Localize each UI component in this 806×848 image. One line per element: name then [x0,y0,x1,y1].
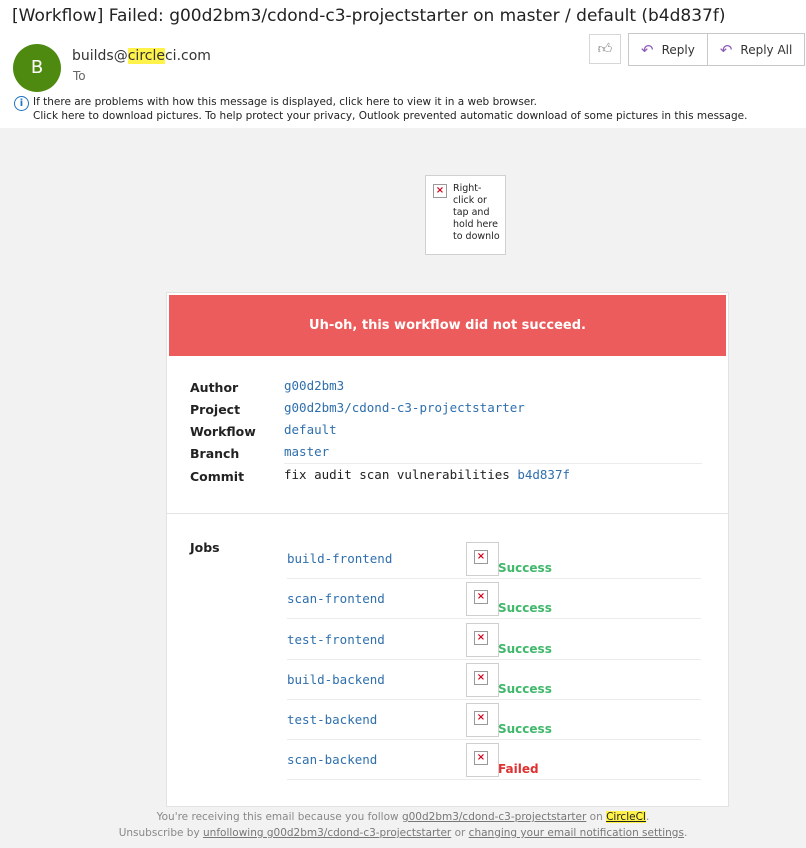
branch-link[interactable]: master [284,444,329,459]
job-name[interactable]: build-backend [287,672,385,687]
author-label: Author [190,380,239,395]
broken-image-icon: × [474,631,488,645]
sender-address-highlight: circle [127,48,165,64]
row-divider [284,463,702,464]
workflow-link[interactable]: default [284,422,337,437]
email-header: [Workflow] Failed: g00d2bm3/cdond-c3-pro… [0,0,806,128]
to-label: To [73,69,86,83]
footer-text: You're receiving this email because you … [156,811,402,823]
footer-text: or [451,827,469,839]
commit-value: fix audit scan vulnerabilities b4d837f [284,467,570,482]
notification-settings-link[interactable]: changing your email notification setting… [469,827,684,839]
footer-text: . [683,827,688,839]
like-button[interactable]: 👍︎ [589,34,621,64]
job-status-image: × [466,663,499,697]
reply-all-label: Reply All [740,42,793,57]
failure-banner: Uh-oh, this workflow did not succeed. [169,295,726,356]
footer-text: Unsubscribe by [118,827,204,839]
footer-circleci-link[interactable]: CircleCI [606,811,647,823]
sender-address[interactable]: builds@circleci.com [72,48,211,64]
job-status-image: × [466,623,499,657]
project-link[interactable]: g00d2bm3/cdond-c3-projectstarter [284,400,525,415]
job-status: Success [498,601,552,615]
footer-follow-notice: You're receiving this email because you … [0,811,806,823]
footer-text: on [586,811,607,823]
broken-image-icon: × [474,751,488,765]
commit-label: Commit [190,469,245,484]
footer-text: . [646,811,650,823]
reply-all-arrow-icon: ↶ [719,40,733,59]
info-icon: i [14,96,29,111]
job-status-image: × [466,582,499,616]
author-link[interactable]: g00d2bm3 [284,378,344,393]
reply-label: Reply [661,42,695,57]
email-subject: [Workflow] Failed: g00d2bm3/cdond-c3-pro… [12,6,726,26]
job-divider [287,578,701,579]
footer-unsubscribe-notice: Unsubscribe by unfollowing g00d2bm3/cdon… [0,827,806,839]
job-name[interactable]: build-frontend [287,551,392,566]
job-status-failed: Failed [498,762,539,776]
sender-avatar[interactable]: B [13,44,61,92]
blocked-logo-image[interactable]: × Right-click or tap and hold here to do… [425,175,506,255]
job-divider [287,659,701,660]
workflow-label: Workflow [190,424,256,439]
job-status: Success [498,722,552,736]
broken-image-icon: × [474,671,488,685]
section-divider [167,513,728,514]
reply-all-button[interactable]: ↶ Reply All [706,34,805,65]
footer-project-link[interactable]: g00d2bm3/cdond-c3-projectstarter [402,811,586,823]
project-label: Project [190,402,241,417]
job-divider [287,699,701,700]
job-divider [287,779,701,780]
commit-message: fix audit scan vulnerabilities [284,467,510,482]
job-divider [287,618,701,619]
download-pictures-notice[interactable]: Click here to download pictures. To help… [33,110,747,122]
job-status: Success [498,642,552,656]
footer-brand-rest: CI [635,811,647,823]
job-status: Success [498,561,552,575]
job-name[interactable]: test-backend [287,712,377,727]
footer-brand-highlight: Circle [606,811,636,823]
branch-label: Branch [190,446,240,461]
broken-image-icon: × [433,184,447,198]
thumbs-up-icon: 👍︎ [597,41,613,57]
sender-address-suffix: ci.com [164,48,211,64]
jobs-label: Jobs [190,540,220,555]
unfollow-link[interactable]: unfollowing g00d2bm3/cdond-c3-projectsta… [203,827,451,839]
reply-actions: ↶ Reply ↶ Reply All [628,33,806,66]
job-name[interactable]: test-frontend [287,632,385,647]
job-status: Success [498,682,552,696]
view-in-browser-notice[interactable]: If there are problems with how this mess… [33,96,537,108]
workflow-card: Uh-oh, this workflow did not succeed. Au… [166,292,729,807]
broken-image-icon: × [474,590,488,604]
sender-address-prefix: builds@ [72,48,128,64]
job-status-image: × [466,743,499,777]
blocked-image-text: Right-click or tap and hold here to down… [453,183,500,242]
job-status-image: × [466,703,499,737]
broken-image-icon: × [474,550,488,564]
job-name[interactable]: scan-frontend [287,591,385,606]
job-divider [287,739,701,740]
job-name[interactable]: scan-backend [287,752,377,767]
reply-arrow-icon: ↶ [641,40,654,59]
reply-button[interactable]: ↶ Reply [629,34,707,65]
job-status-image: × [466,542,499,576]
broken-image-icon: × [474,711,488,725]
commit-hash-link[interactable]: b4d837f [517,467,570,482]
